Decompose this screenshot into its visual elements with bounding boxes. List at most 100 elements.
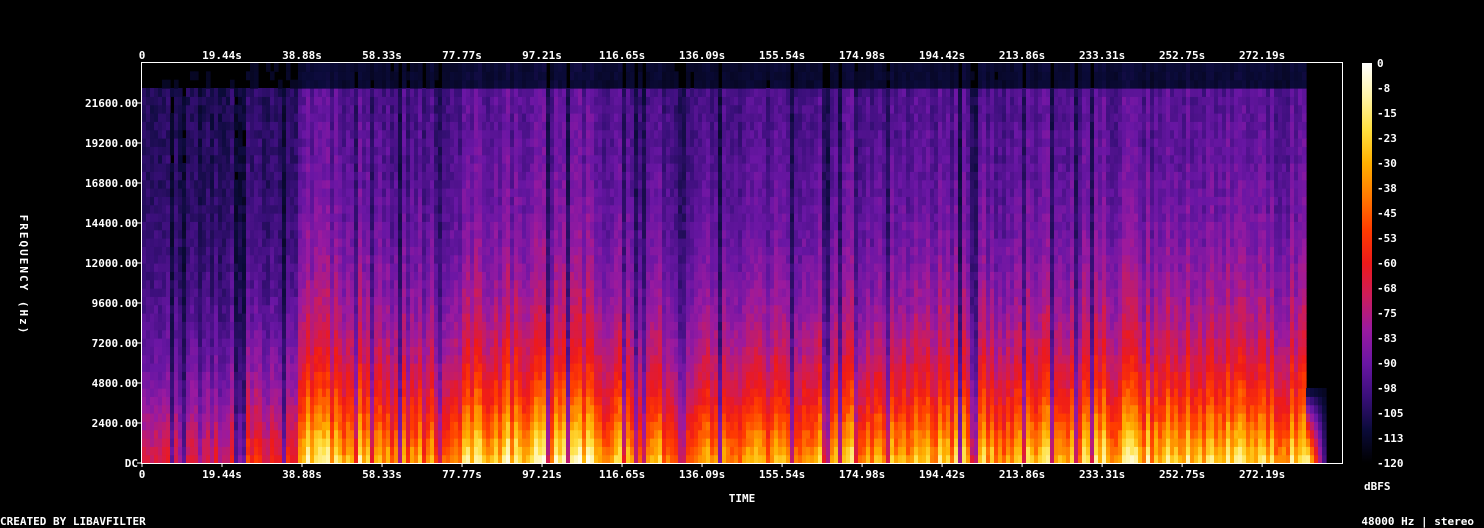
spectrogram-cell: [382, 146, 387, 156]
spectrogram-cell: [490, 296, 495, 306]
spectrogram-cell: [162, 254, 167, 264]
spectrogram-cell: [166, 113, 171, 122]
spectrogram-cell: [150, 379, 155, 389]
spectrogram-cell: [274, 88, 279, 97]
spectrogram-cell: [222, 229, 227, 239]
spectrogram-cell: [174, 363, 179, 372]
spectrogram-cell: [266, 429, 271, 439]
spectrogram-cell: [206, 446, 211, 456]
spectrogram-cell: [478, 146, 483, 156]
spectrogram-cell: [242, 421, 247, 431]
spectrogram-cell: [566, 438, 571, 447]
spectrogram-cell: [446, 238, 451, 247]
spectrogram-cell: [546, 363, 551, 372]
spectrogram-cell: [306, 179, 311, 189]
spectrogram-cell: [446, 113, 451, 122]
spectrogram-cell: [226, 88, 231, 97]
spectrogram-cell: [210, 371, 215, 381]
spectrogram-cell: [390, 396, 395, 406]
spectrogram-cell: [330, 421, 335, 431]
spectrogram-cell: [194, 88, 199, 97]
spectrogram-cell: [446, 346, 451, 356]
spectrogram-cell: [354, 246, 359, 256]
spectrogram-cell: [414, 446, 419, 456]
spectrogram-cell: [158, 404, 163, 414]
spectrogram-cell: [434, 229, 439, 239]
spectrogram-cell: [258, 438, 263, 447]
spectrogram-cell: [382, 138, 387, 147]
spectrogram-cell: [322, 121, 327, 131]
spectrogram-cell: [142, 229, 147, 239]
spectrogram-cell: [498, 79, 503, 89]
spectrogram-cell: [530, 179, 535, 189]
spectrogram-cell: [362, 446, 367, 456]
spectrogram-cell: [458, 154, 463, 164]
spectrogram-cell: [162, 421, 167, 431]
spectrogram-cell: [226, 404, 231, 414]
spectrogram-cell: [154, 188, 159, 197]
spectrogram-cell: [522, 188, 527, 197]
spectrogram-cell: [414, 71, 419, 81]
spectrogram-cell: [266, 446, 271, 456]
spectrogram-cell: [298, 204, 303, 214]
spectrogram-cell: [502, 313, 507, 322]
spectrogram-cell: [426, 329, 431, 339]
spectrogram-cell: [246, 404, 251, 414]
spectrogram-cell: [494, 79, 499, 89]
spectrogram-cell: [566, 246, 571, 256]
spectrogram-cell: [350, 346, 355, 356]
spectrogram-cell: [534, 396, 539, 406]
spectrogram-cell: [178, 371, 183, 381]
spectrogram-cell: [382, 396, 387, 406]
spectrogram-cell: [262, 313, 267, 322]
spectrogram-cell: [282, 429, 287, 439]
spectrogram-cell: [530, 79, 535, 89]
spectrogram-cell: [522, 321, 527, 331]
spectrogram-cell: [374, 371, 379, 381]
spectrogram-cell: [222, 396, 227, 406]
spectrogram-cell: [502, 379, 507, 389]
spectrogram-cell: [494, 213, 499, 222]
spectrogram-cell: [398, 429, 403, 439]
spectrogram-cell: [386, 413, 391, 422]
spectrogram-cell: [330, 121, 335, 131]
spectrogram-cell: [314, 288, 319, 297]
spectrogram-cell: [222, 113, 227, 122]
spectrogram-cell: [458, 238, 463, 247]
spectrogram-cell: [338, 288, 343, 297]
spectrogram-cell: [362, 238, 367, 247]
spectrogram-cell: [202, 96, 207, 106]
spectrogram-cell: [354, 279, 359, 289]
spectrogram-cell: [258, 446, 263, 456]
spectrogram-cell: [514, 221, 519, 231]
spectrogram-cell: [206, 304, 211, 314]
spectrogram-cell: [538, 254, 543, 264]
spectrogram-cell: [310, 246, 315, 256]
spectrogram-cell: [310, 313, 315, 322]
spectrogram-cell: [330, 388, 335, 397]
spectrogram-cell: [446, 79, 451, 89]
spectrogram-cell: [410, 338, 415, 347]
spectrogram-cell: [190, 196, 195, 206]
spectrogram-cell: [438, 413, 443, 422]
spectrogram-cell: [350, 321, 355, 331]
spectrogram-cell: [386, 271, 391, 281]
spectrogram-cell: [562, 104, 567, 114]
spectrogram-cell: [414, 229, 419, 239]
spectrogram-cell: [334, 254, 339, 264]
spectrogram-cell: [510, 63, 515, 72]
spectrogram-cell: [358, 188, 363, 197]
spectrogram-cell: [402, 246, 407, 256]
spectrogram-cell: [366, 279, 371, 289]
spectrogram-cell: [530, 279, 535, 289]
spectrogram-cell: [322, 138, 327, 147]
spectrogram-cell: [494, 196, 499, 206]
spectrogram-cell: [266, 454, 271, 463]
spectrogram-cell: [322, 113, 327, 122]
spectrogram-cell: [566, 396, 571, 406]
spectrogram-cell: [294, 88, 299, 97]
spectrogram-cell: [190, 229, 195, 239]
spectrogram-cell: [414, 238, 419, 247]
spectrogram-cell: [394, 454, 399, 463]
spectrogram-cell: [534, 121, 539, 131]
